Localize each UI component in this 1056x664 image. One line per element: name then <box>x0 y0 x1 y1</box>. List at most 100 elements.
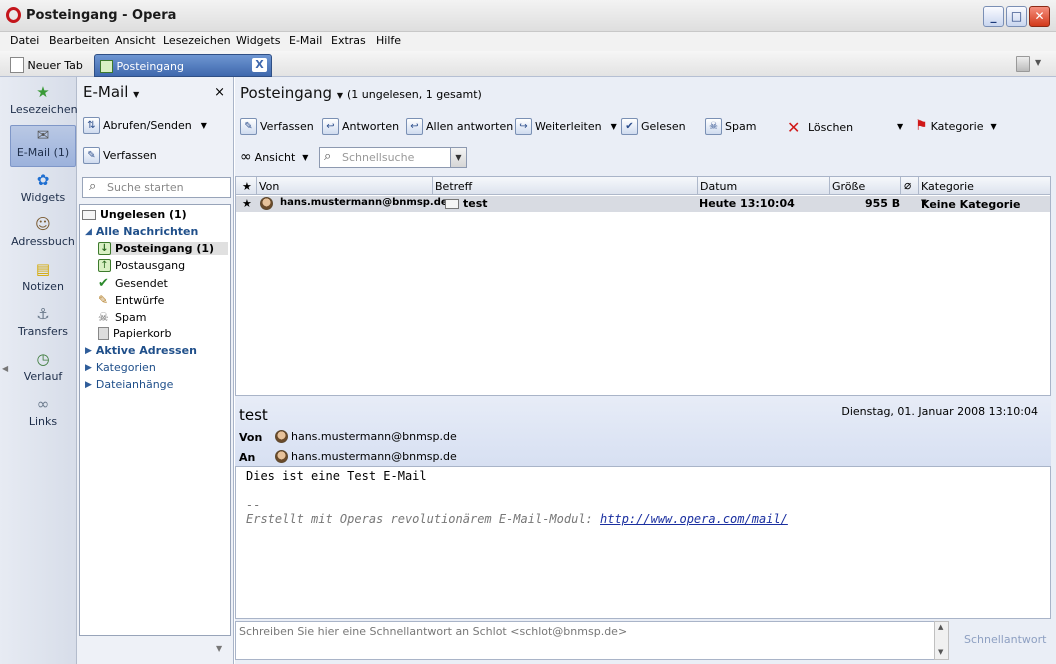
folder-drafts[interactable]: ✎ Entwürfe <box>98 293 164 307</box>
sidebar-item-history[interactable]: ◷ Verlauf <box>10 350 76 392</box>
menu-bearbeiten[interactable]: Bearbeiten <box>49 34 109 47</box>
folder-outbox[interactable]: ↑ Postausgang <box>98 259 185 272</box>
sidebar-item-bookmarks[interactable]: ★ Lesezeichen <box>10 83 78 125</box>
sidebar-item-email[interactable]: ✉ E-Mail (1) <box>10 125 76 167</box>
menu-widgets[interactable]: Widgets <box>236 34 280 47</box>
forward-button[interactable]: ↪ Weiterleiten ▼ <box>515 118 617 135</box>
chevron-down-icon: ▼ <box>921 198 927 206</box>
trash-icon <box>98 327 109 340</box>
collapsed-triangle-icon[interactable]: ▶ <box>85 363 92 373</box>
chevron-down-icon: ▼ <box>610 122 617 131</box>
sidebar-item-notes[interactable]: ▤ Notizen <box>10 260 76 302</box>
search-input[interactable]: Suche starten <box>82 177 231 198</box>
quicksearch-input[interactable]: ⌕ Schnellsuche ▼ <box>319 147 467 168</box>
close-window-button[interactable]: ✕ <box>1029 6 1050 27</box>
menu-extras[interactable]: Extras <box>331 34 366 47</box>
scroll-up-icon[interactable]: ▲ <box>938 623 943 631</box>
avatar <box>275 450 288 463</box>
folder-unread[interactable]: Ungelesen (1) <box>82 208 187 221</box>
scroll-down-icon[interactable]: ▼ <box>938 648 943 656</box>
folder-all-messages[interactable]: ◢ Alle Nachrichten <box>85 225 198 238</box>
mark-read-button[interactable]: ✔ Gelesen <box>621 118 686 135</box>
row-star[interactable]: ★ <box>242 197 252 210</box>
tab-new[interactable]: Neuer Tab <box>10 54 90 77</box>
panel-close-button[interactable]: × <box>214 85 225 100</box>
envelope-icon <box>82 209 96 220</box>
menu-ansicht[interactable]: Ansicht <box>115 34 156 47</box>
message-list: ★ Von Betreff Datum Größe ⌀ Kategorie ★ … <box>235 176 1051 396</box>
title-bar: Posteingang - Opera _ □ ✕ <box>0 0 1056 32</box>
to-address[interactable]: hans.mustermann@bnmsp.de <box>275 450 457 463</box>
delete-button[interactable]: ✕ Löschen <box>787 118 853 137</box>
folder-active-contacts[interactable]: ▶ Aktive Adressen <box>85 344 197 357</box>
row-size: 955 B <box>865 197 901 210</box>
chevron-down-icon[interactable]: ▼ <box>1035 58 1041 67</box>
folder-trash[interactable]: Papierkorb <box>98 327 171 340</box>
menu-hilfe[interactable]: Hilfe <box>376 34 401 47</box>
folder-categories[interactable]: ▶ Kategorien <box>85 361 156 374</box>
folder-inbox[interactable]: ↓ Posteingang (1) <box>98 242 228 255</box>
paperclip-icon[interactable]: ⌀ <box>904 178 911 192</box>
reply-all-button[interactable]: ↩ Allen antworten <box>406 118 513 135</box>
quick-reply-button[interactable]: Schnellantwort <box>950 621 1051 660</box>
table-row[interactable]: ★ hans.mustermann@bnmsp.de test Heute 13… <box>236 196 1050 212</box>
avatar <box>260 197 273 210</box>
expanded-triangle-icon[interactable]: ◢ <box>85 227 92 237</box>
folder-label: Alle Nachrichten <box>95 225 199 238</box>
folder-spam[interactable]: ☠ Spam <box>98 310 146 324</box>
column-size[interactable]: Größe <box>832 180 865 193</box>
sidebar-collapse-icon[interactable]: ◀ <box>2 364 8 373</box>
minimize-button[interactable]: _ <box>983 6 1004 27</box>
folder-title-label: Posteingang <box>240 84 333 102</box>
fetch-send-button[interactable]: ⇅ Abrufen/Senden ▼ <box>83 117 207 134</box>
from-label: Von <box>239 431 263 444</box>
compose-button[interactable]: ✎ Verfassen <box>83 147 157 164</box>
view-button[interactable]: ∞ Ansicht ▼ <box>240 149 308 165</box>
from-address[interactable]: hans.mustermann@bnmsp.de <box>275 430 457 443</box>
column-from[interactable]: Von <box>259 180 279 193</box>
compose-icon: ✎ <box>240 118 257 135</box>
column-date[interactable]: Datum <box>700 180 737 193</box>
collapsed-triangle-icon[interactable]: ▶ <box>85 346 92 356</box>
quicksearch-dropdown-icon[interactable]: ▼ <box>450 148 466 167</box>
inbox-icon: ↓ <box>98 242 111 255</box>
panel-title-label: E-Mail <box>83 83 129 101</box>
menu-email[interactable]: E-Mail <box>289 34 322 47</box>
reply-button[interactable]: ↩ Antworten <box>322 118 399 135</box>
sidebar-item-transfers[interactable]: ⚓ Transfers <box>10 305 76 347</box>
spam-button[interactable]: ☠ Spam <box>705 118 756 135</box>
folder-title[interactable]: Posteingang ▼ <box>240 84 343 102</box>
glasses-icon: ∞ <box>240 149 252 165</box>
chevron-down-icon[interactable]: ▼ <box>216 644 222 653</box>
tab-inbox[interactable]: Posteingang X <box>94 54 272 77</box>
mark-read-label: Gelesen <box>641 120 686 133</box>
column-subject[interactable]: Betreff <box>435 180 472 193</box>
column-category[interactable]: Kategorie <box>921 180 974 193</box>
panel-title[interactable]: E-Mail ▼ <box>83 83 139 101</box>
tab-close-icon[interactable]: X <box>252 58 267 72</box>
quick-reply-scrollbar[interactable]: ▲ ▼ <box>934 621 949 660</box>
view-label: Ansicht <box>254 150 296 164</box>
trash-icon[interactable] <box>1016 56 1030 72</box>
menu-lesezeichen[interactable]: Lesezeichen <box>163 34 231 47</box>
sidebar-item-widgets[interactable]: ✿ Widgets <box>10 171 76 213</box>
collapsed-triangle-icon[interactable]: ▶ <box>85 380 92 390</box>
sidebar-item-label: Links <box>28 415 58 428</box>
chevron-down-icon[interactable]: ▼ <box>897 122 903 131</box>
menu-datei[interactable]: Datei <box>10 34 39 47</box>
folder-sent[interactable]: ✔ Gesendet <box>98 276 168 291</box>
category-flag-icon: ⚑ <box>915 118 928 134</box>
body-line: Dies ist eine Test E-Mail <box>246 469 427 483</box>
window-title: Posteingang - Opera <box>26 8 177 23</box>
folder-attachments[interactable]: ▶ Dateianhänge <box>85 378 173 391</box>
sidebar-item-links[interactable]: ∞ Links <box>10 395 76 437</box>
quicksearch-placeholder: Schnellsuche <box>342 151 415 164</box>
compose-button[interactable]: ✎ Verfassen <box>240 118 314 135</box>
message-header: test Dienstag, 01. Januar 2008 13:10:04 … <box>235 396 1051 466</box>
quick-reply-input[interactable]: Schreiben Sie hier eine Schnellantwort a… <box>235 621 935 660</box>
sidebar-item-contacts[interactable]: ☺ Adressbuch <box>10 215 76 257</box>
maximize-button[interactable]: □ <box>1006 6 1027 27</box>
category-button[interactable]: ⚑ Kategorie ▼ <box>915 118 997 134</box>
signature-link[interactable]: http://www.opera.com/mail/ <box>600 512 788 526</box>
column-star[interactable]: ★ <box>242 180 252 193</box>
